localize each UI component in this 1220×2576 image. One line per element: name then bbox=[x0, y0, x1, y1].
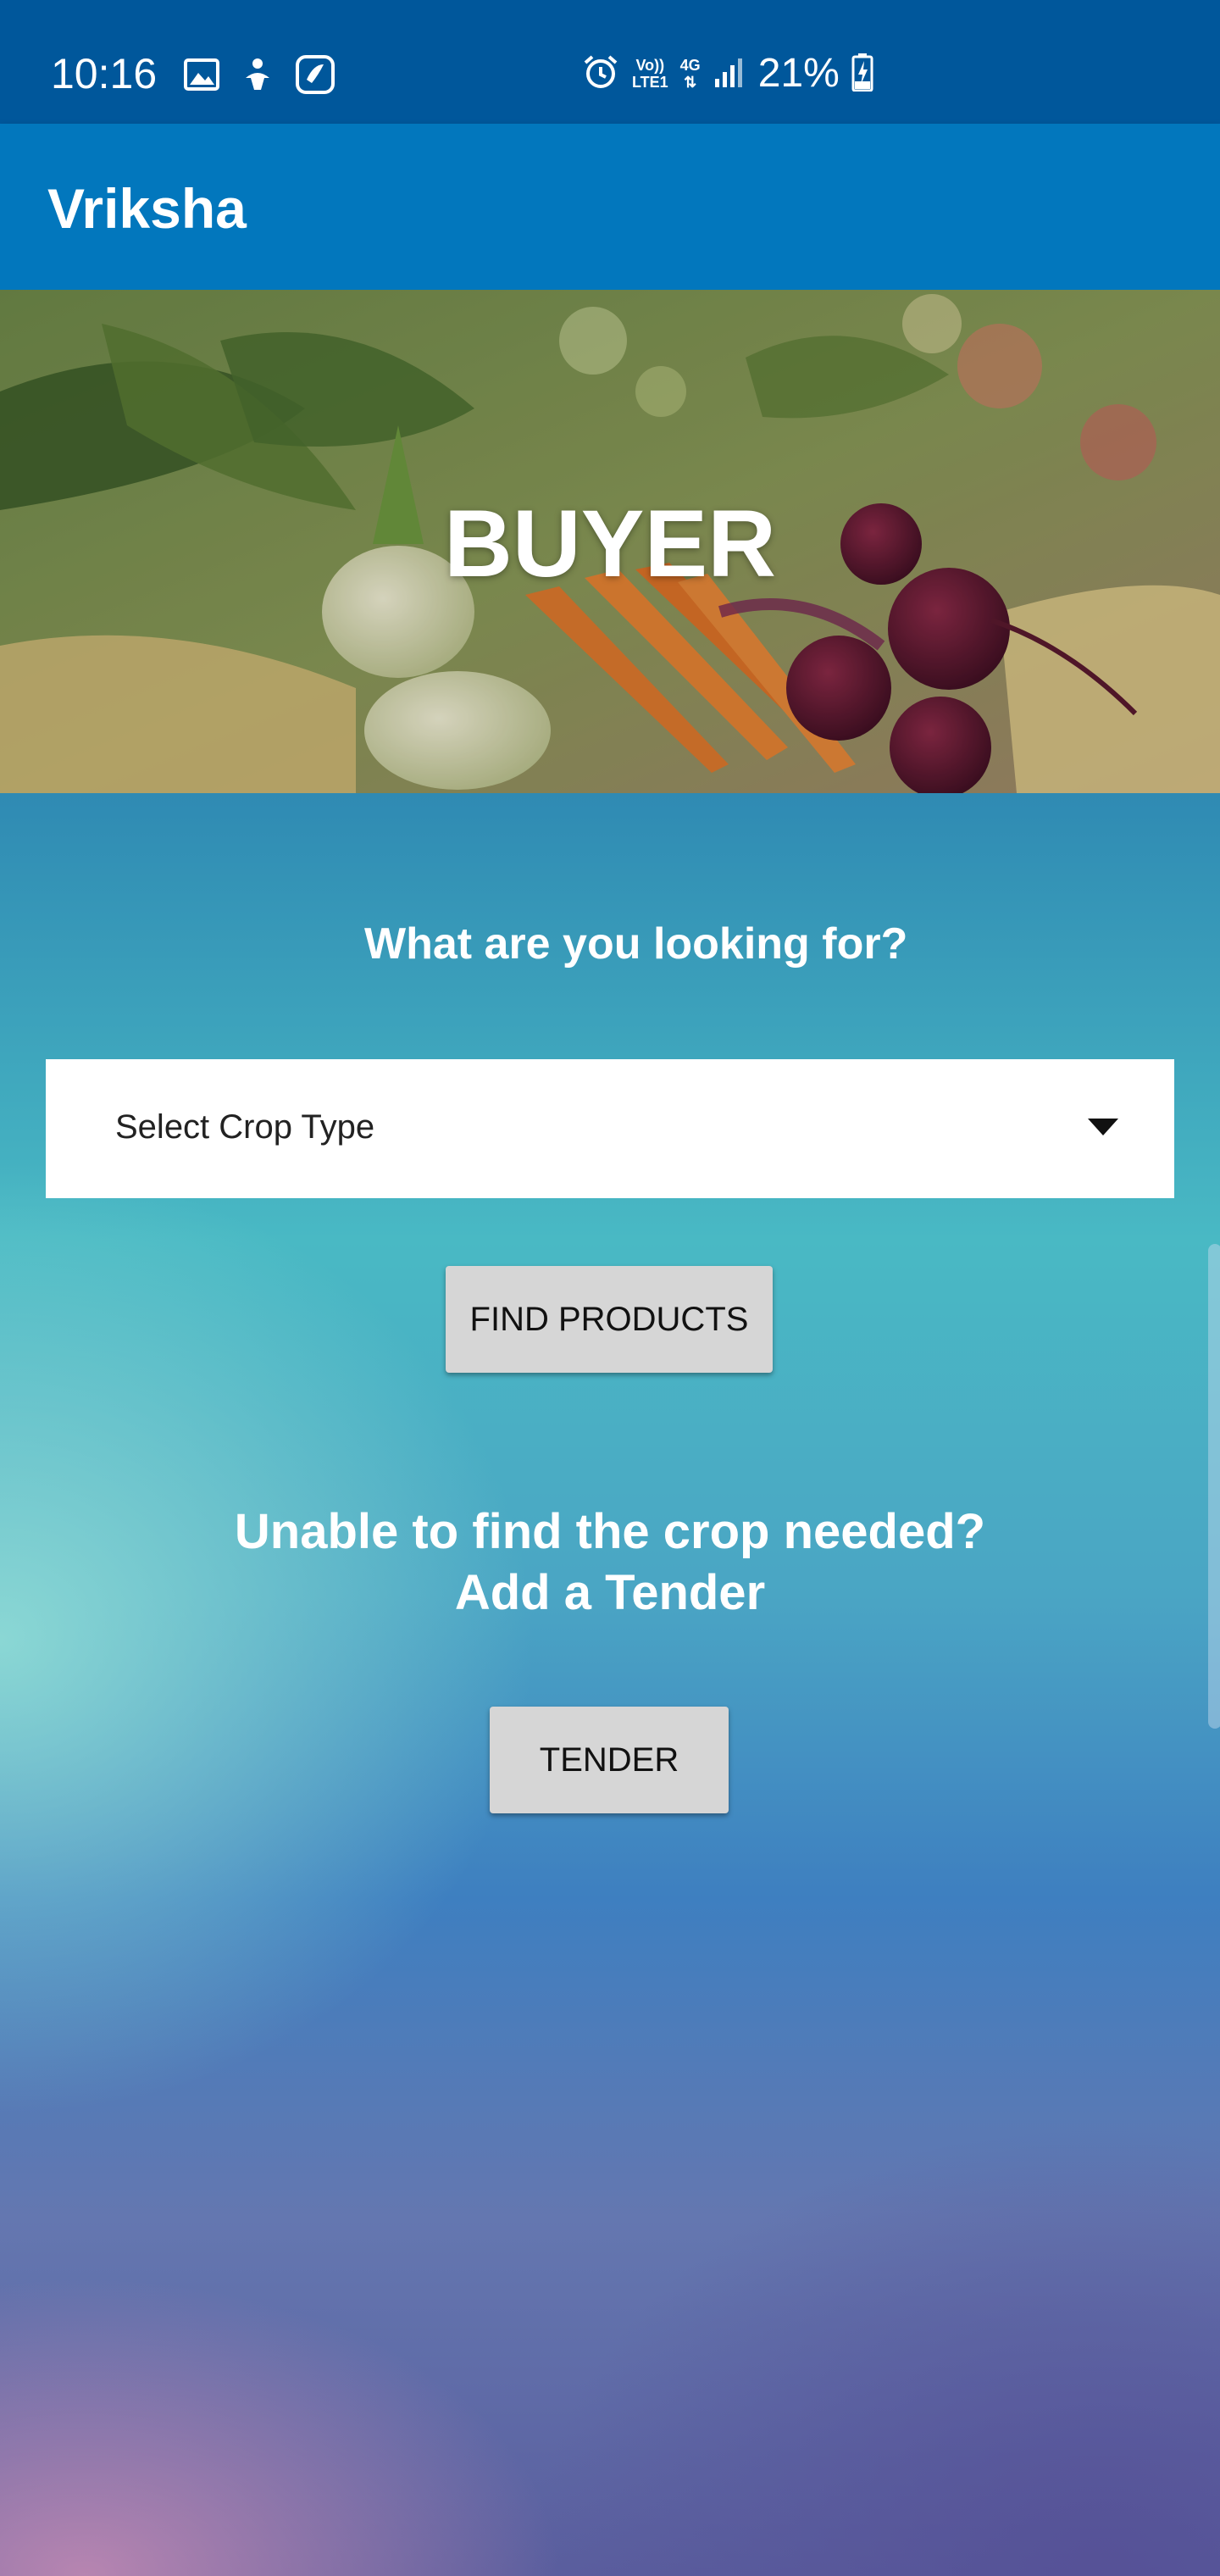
scroll-indicator[interactable] bbox=[1208, 1244, 1220, 1729]
volte-icon: Vo)) LTE1 bbox=[632, 57, 668, 91]
battery-percent: 21% bbox=[757, 51, 840, 96]
app-bar: Vriksha bbox=[0, 124, 1220, 290]
hero-title: BUYER bbox=[443, 491, 777, 597]
volte-bottom-label: LTE1 bbox=[632, 74, 668, 91]
signal-icon bbox=[713, 55, 746, 93]
system-status-icons: Vo)) LTE1 4G ⇅ 21% bbox=[581, 46, 873, 102]
status-time: 10:16 bbox=[51, 50, 158, 97]
network-label: 4G bbox=[679, 57, 701, 74]
notification-icons bbox=[183, 54, 336, 99]
volte-top-label: Vo)) bbox=[635, 57, 665, 74]
tender-prompt: Unable to find the crop needed? Add a Te… bbox=[0, 1502, 1220, 1624]
crop-type-selected-value: Select Crop Type bbox=[115, 1108, 375, 1146]
question-heading: What are you looking for? bbox=[364, 919, 908, 969]
tender-prompt-line2: Add a Tender bbox=[454, 1565, 766, 1620]
alarm-icon bbox=[581, 53, 620, 96]
crop-type-dropdown[interactable]: Select Crop Type bbox=[46, 1059, 1174, 1198]
tender-button[interactable]: TENDER bbox=[490, 1707, 729, 1813]
main-content: What are you looking for? Select Crop Ty… bbox=[0, 793, 1220, 2576]
dropdown-arrow-icon bbox=[1088, 1119, 1118, 1135]
accessibility-icon bbox=[239, 56, 276, 97]
saavn-icon bbox=[295, 54, 336, 99]
battery-charging-icon bbox=[851, 53, 873, 96]
find-products-button[interactable]: FIND PRODUCTS bbox=[446, 1266, 773, 1373]
hero-banner: BUYER bbox=[0, 290, 1220, 793]
data-arrows-icon: ⇅ bbox=[684, 74, 697, 91]
status-bar: 10:16 Vo)) LTE1 4G ⇅ 21% bbox=[0, 0, 1220, 124]
network-4g-icon: 4G ⇅ bbox=[680, 57, 701, 91]
app-title: Vriksha bbox=[47, 177, 247, 240]
buyer-screen: 10:16 Vo)) LTE1 4G ⇅ 21% Vriksha BUYER W… bbox=[0, 0, 1220, 2576]
tender-prompt-line1: Unable to find the crop needed? bbox=[234, 1504, 986, 1559]
image-icon bbox=[183, 56, 220, 97]
